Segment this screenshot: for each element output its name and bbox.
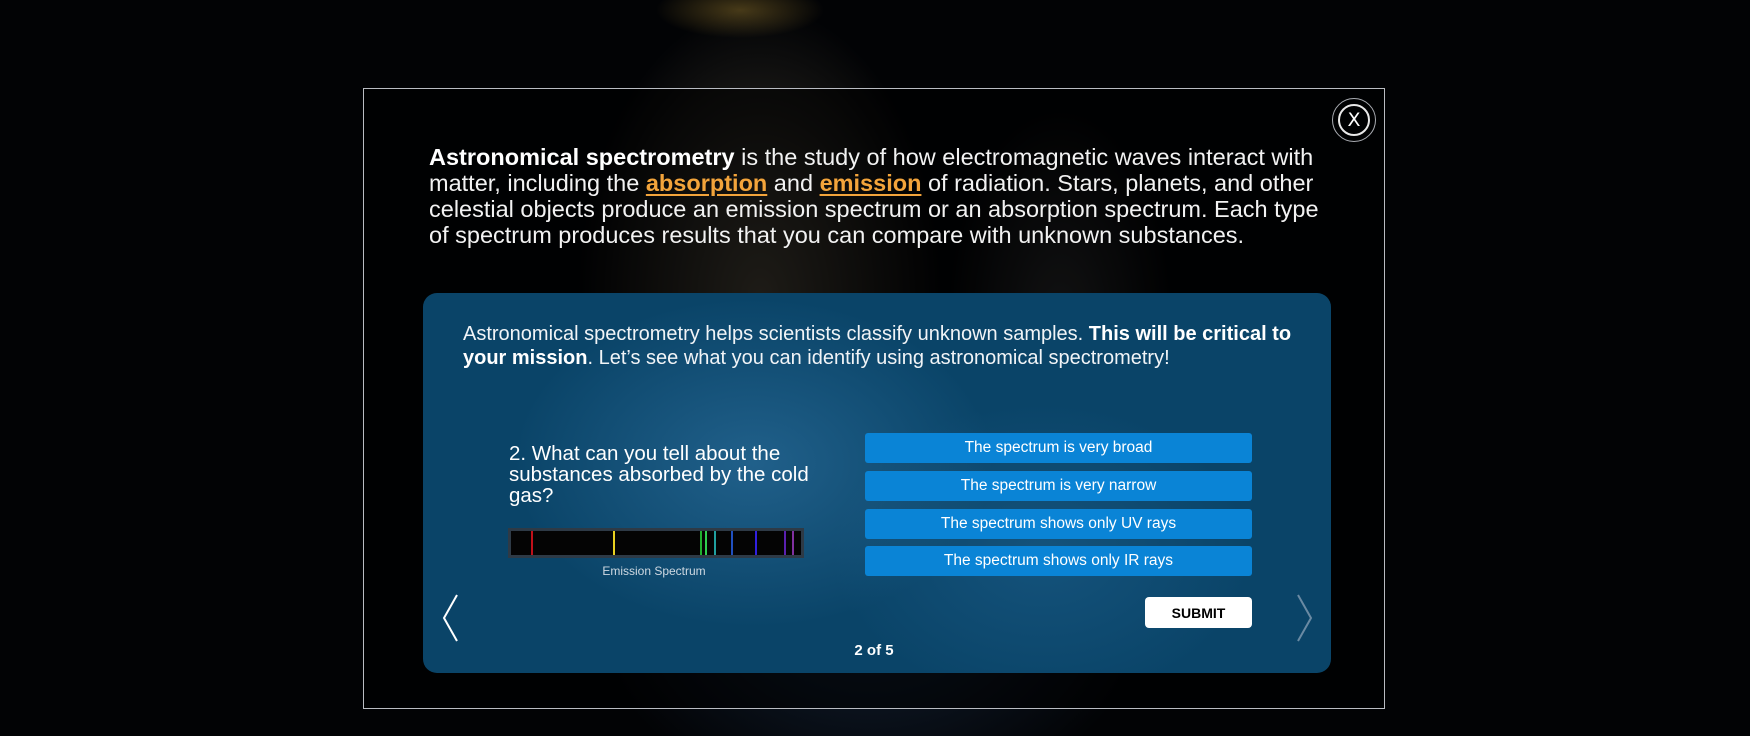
lead-text-part: Astronomical spectrometry helps scientis… (463, 323, 1089, 345)
question-text: 2. What can you tell about the substance… (509, 442, 809, 507)
absorption-link[interactable]: absorption (646, 170, 767, 196)
spectrum-line (705, 531, 707, 555)
intro-heading-term: Astronomical spectrometry (429, 144, 735, 170)
previous-arrow-button[interactable] (440, 592, 462, 644)
spectrum-line (531, 531, 533, 555)
quiz-lead-text: Astronomical spectrometry helps scientis… (463, 322, 1313, 370)
spectrum-line (784, 531, 786, 555)
intro-text-part: and (767, 170, 820, 196)
spectrum-line (700, 531, 702, 555)
chevron-right-icon (1297, 594, 1313, 642)
spectrum-line (613, 531, 615, 555)
page-indicator: 2 of 5 (854, 642, 894, 659)
intro-text: Astronomical spectrometry is the study o… (429, 144, 1339, 248)
spectrum-line (755, 531, 757, 555)
close-icon: X (1338, 104, 1370, 136)
next-arrow-button[interactable] (1293, 592, 1315, 644)
answer-option-3[interactable]: The spectrum shows only UV rays (865, 509, 1252, 539)
answer-option-2[interactable]: The spectrum is very narrow (865, 471, 1252, 501)
chevron-left-icon (442, 594, 458, 642)
spectrum-line (714, 531, 716, 555)
submit-button[interactable]: SUBMIT (1145, 597, 1252, 628)
spectrum-line (731, 531, 733, 555)
lead-text-part: . Let’s see what you can identify using … (587, 347, 1170, 369)
emission-link[interactable]: emission (820, 170, 922, 196)
close-button[interactable]: X (1332, 98, 1376, 142)
spectrum-line (792, 531, 794, 555)
answer-option-1[interactable]: The spectrum is very broad (865, 433, 1252, 463)
answer-option-4[interactable]: The spectrum shows only IR rays (865, 546, 1252, 576)
spectrum-caption: Emission Spectrum (602, 564, 706, 578)
emission-spectrum-image (508, 528, 804, 558)
